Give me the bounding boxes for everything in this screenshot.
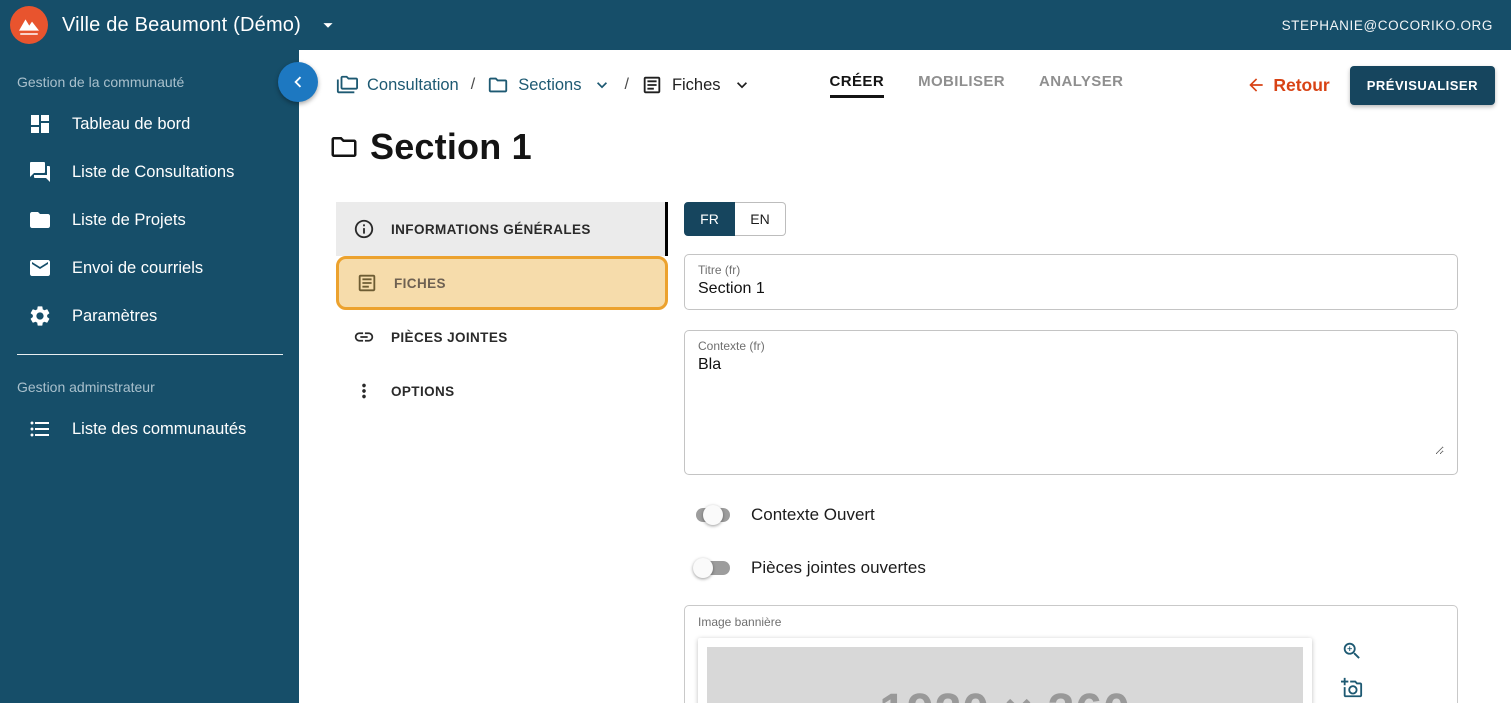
section-form: FR EN Titre (fr) Contexte (fr) Bla Conte… [684,202,1458,703]
banner-image-fieldset: Image bannière 1920 × 360 [684,605,1458,703]
context-open-toggle[interactable] [693,503,733,527]
sidebar-section-label-community: Gestion de la communauté [17,74,185,90]
title-field-label: Titre (fr) [698,263,741,277]
chevron-left-icon [294,76,302,88]
arrow-left-icon [1249,78,1264,92]
chevron-down-icon[interactable] [592,75,612,95]
app-header: Ville de Beaumont (Démo) STEPHANIE@COCOR… [0,0,1511,50]
section-side-tabs: INFORMATIONS GÉNÉRALES FICHES PIÈCES JOI… [336,202,668,703]
folder-copy-icon [336,75,358,94]
chevron-down-icon[interactable] [732,75,752,95]
page-title-row: Section 1 [299,126,1511,168]
tab-analyser[interactable]: ANALYSER [1039,73,1123,98]
sidebar-item-label: Envoi de courriels [72,258,204,277]
breadcrumb-label: Consultation [367,75,459,94]
side-tab-label: FICHES [394,275,446,291]
article-icon [358,274,376,292]
user-email[interactable]: STEPHANIE@COCORIKO.ORG [1282,18,1493,33]
more-vert-icon [362,383,366,399]
side-tab-label: OPTIONS [391,383,455,399]
tab-pieces-jointes[interactable]: PIÈCES JOINTES [336,310,668,364]
sidebar-divider [17,354,283,355]
link-icon [354,332,374,342]
tab-mobiliser[interactable]: MOBILISER [918,73,1005,98]
sidebar-item-label: Liste des communautés [72,419,247,438]
mail-icon [30,260,50,276]
title-field: Titre (fr) [684,254,1458,310]
zoom-in-icon[interactable] [1341,640,1363,662]
sidebar-collapse-button[interactable] [278,62,318,102]
main-content: Consultation / Sections / Fiches CRÉER M… [299,50,1511,703]
language-toggle: FR EN [684,202,786,236]
sidebar-item-label: Tableau de bord [72,114,191,133]
folder-icon [331,137,357,157]
toolbar: Consultation / Sections / Fiches CRÉER M… [299,50,1511,120]
list-icon [30,421,49,437]
back-label: Retour [1273,74,1330,95]
attachments-open-toggle[interactable] [693,556,733,580]
side-tab-label: PIÈCES JOINTES [391,329,508,345]
breadcrumb-consultation[interactable]: Consultation [336,74,459,96]
sidebar-item-settings[interactable]: Paramètres [0,292,299,340]
sidebar-item-communities[interactable]: Liste des communautés [0,405,299,453]
breadcrumb-sections[interactable]: Sections [487,74,612,96]
sidebar-item-projects[interactable]: Liste de Projets [0,196,299,244]
breadcrumb-separator: / [470,76,476,93]
banner-field-label: Image bannière [698,615,782,629]
sidebar-item-consultations[interactable]: Liste de Consultations [0,148,299,196]
info-icon [354,219,374,239]
article-icon [643,76,661,94]
forum-icon [30,162,50,182]
back-button[interactable]: Retour [1246,74,1330,96]
sidebar-item-label: Liste de Projets [72,210,186,229]
toggle-label: Pièces jointes ouvertes [751,558,926,577]
tab-informations-generales[interactable]: INFORMATIONS GÉNÉRALES [336,202,668,256]
breadcrumb-separator: / [624,76,629,93]
dashboard-icon [31,115,49,133]
context-field-label: Contexte (fr) [698,339,765,353]
banner-actions [1341,640,1363,703]
lang-tab-fr[interactable]: FR [684,202,735,236]
gear-icon [30,306,50,326]
toggle-row-attachments-open: Pièces jointes ouvertes [684,555,1458,581]
banner-placeholder-image: 1920 × 360 [707,647,1303,703]
breadcrumb-label: Sections [518,75,582,94]
page-title: Section 1 [370,126,532,167]
banner-image-card: 1920 × 360 [698,638,1312,703]
title-input[interactable] [698,277,1444,304]
tab-options[interactable]: OPTIONS [336,364,668,418]
side-tab-label: INFORMATIONS GÉNÉRALES [391,221,591,237]
sidebar-item-emails[interactable]: Envoi de courriels [0,244,299,292]
toggle-label: Contexte Ouvert [751,505,875,524]
mode-tabs: CRÉER MOBILISER ANALYSER [829,73,1124,98]
breadcrumb-fiches[interactable]: Fiches [641,74,752,96]
folder-icon [489,77,508,93]
beaumont-logo [10,6,48,44]
tab-fiches[interactable]: FICHES [336,256,668,310]
folder-icon [30,212,50,228]
breadcrumb-label: Fiches [671,75,721,94]
context-textarea[interactable]: Bla [698,353,1444,455]
tab-creer[interactable]: CRÉER [829,73,885,98]
breadcrumb: Consultation / Sections / Fiches [336,74,752,96]
sidebar: Gestion de la communauté Tableau de bord… [0,50,299,703]
context-field: Contexte (fr) Bla [684,330,1458,475]
preview-button[interactable]: PRÉVISUALISER [1349,65,1495,105]
toggle-row-context-open: Contexte Ouvert [684,502,1458,528]
community-name[interactable]: Ville de Beaumont (Démo) [62,14,301,37]
sidebar-item-dashboard[interactable]: Tableau de bord [0,100,299,148]
sidebar-section-label-admin: Gestion adminstrateur [17,379,155,395]
lang-tab-en[interactable]: EN [735,202,786,236]
sidebar-item-label: Liste de Consultations [72,162,235,181]
sidebar-item-label: Paramètres [72,306,158,325]
add-photo-icon[interactable] [1341,677,1363,699]
chevron-down-icon[interactable] [317,14,339,36]
